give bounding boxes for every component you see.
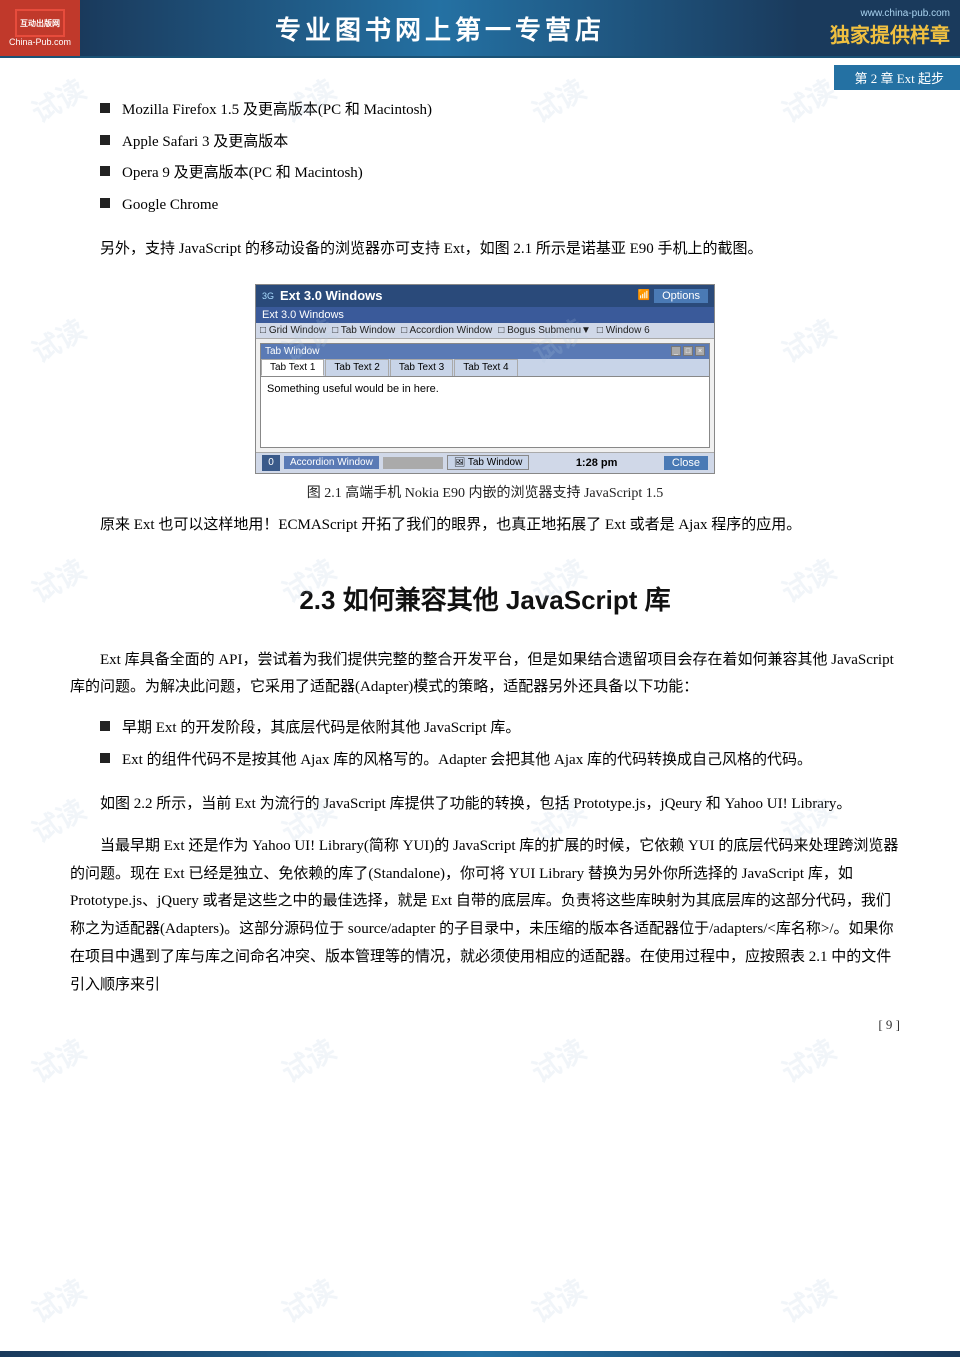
- paragraph-3: Ext 库具备全面的 API，尝试着为我们提供完整的整合开发平台，但是如果结合遗…: [70, 647, 900, 703]
- nokia-screenshot: 3G Ext 3.0 Windows 📶 Options Ext 3.0 Win…: [255, 284, 715, 474]
- paragraph-4: 如图 2.2 所示，当前 Ext 为流行的 JavaScript 库提供了功能的…: [70, 791, 900, 819]
- header-right: www.china-pub.com 独家提供样章: [800, 0, 960, 56]
- nokia-topbar: 3G Ext 3.0 Windows 📶 Options: [256, 285, 714, 307]
- maximize-button[interactable]: □: [683, 346, 693, 356]
- header-sample: 独家提供样章: [830, 19, 950, 48]
- bullet-icon: [100, 103, 110, 113]
- nokia-window-titlebar: Tab Window _ □ ×: [261, 344, 709, 359]
- toolbar-item-accordion[interactable]: □ Accordion Window: [401, 325, 492, 336]
- tab-3[interactable]: Tab Text 3: [390, 359, 453, 376]
- progress-bar: [383, 457, 443, 469]
- tabwin-text: Tab Window: [468, 457, 522, 468]
- list-item-text: Mozilla Firefox 1.5 及更高版本(PC 和 Macintosh…: [122, 98, 432, 124]
- nokia-bottom-left: 0 Accordion Window 🖼 Tab Window: [262, 455, 529, 471]
- list-item-text: Ext 的组件代码不是按其他 Ajax 库的风格写的。Adapter 会把其他 …: [122, 748, 812, 774]
- toolbar-item-grid[interactable]: □ Grid Window: [260, 325, 326, 336]
- nokia-subtitle: Ext 3.0 Windows: [256, 307, 714, 323]
- nokia-bottom-bar: 0 Accordion Window 🖼 Tab Window 1:28 pm …: [256, 452, 714, 473]
- adapter-list: 早期 Ext 的开发阶段，其底层代码是依附其他 JavaScript 库。 Ex…: [70, 716, 900, 773]
- watermark-21: 试读: [24, 1269, 93, 1332]
- page-number: [ 9 ]: [878, 1017, 900, 1033]
- tabwin-label: 🖼 Tab Window: [447, 455, 530, 470]
- paragraph-2: 原来 Ext 也可以这样地用！ECMAScript 开拓了我们的眼界，也真正地拓…: [70, 512, 900, 540]
- toolbar-item-window6[interactable]: □ Window 6: [597, 325, 650, 336]
- tab-4[interactable]: Tab Text 4: [454, 359, 517, 376]
- minimize-button[interactable]: _: [671, 346, 681, 356]
- list-item: Ext 的组件代码不是按其他 Ajax 库的风格写的。Adapter 会把其他 …: [100, 748, 900, 774]
- list-item: Google Chrome: [100, 193, 900, 219]
- tab-2[interactable]: Tab Text 2: [325, 359, 388, 376]
- logo: 互动出版网 China-Pub.com: [0, 0, 80, 56]
- nokia-toolbar: □ Grid Window □ Tab Window □ Accordion W…: [256, 323, 714, 339]
- toolbar-item-tab[interactable]: □ Tab Window: [332, 325, 395, 336]
- list-item-text: Opera 9 及更高版本(PC 和 Macintosh): [122, 161, 363, 187]
- figure-2-1: 3G Ext 3.0 Windows 📶 Options Ext 3.0 Win…: [245, 284, 725, 502]
- options-button[interactable]: Options: [654, 289, 708, 303]
- header-center: 专业图书网上第一专营店: [80, 0, 800, 56]
- list-item-text: Apple Safari 3 及更高版本: [122, 130, 288, 156]
- main-content: Mozilla Firefox 1.5 及更高版本(PC 和 Macintosh…: [0, 58, 960, 1053]
- nokia-time: 1:28 pm: [576, 457, 618, 469]
- bullet-icon: [100, 721, 110, 731]
- nokia-window: Tab Window _ □ × Tab Text 1 Tab Text 2 T…: [260, 343, 710, 448]
- bullet-icon: [100, 753, 110, 763]
- accordion-label: Accordion Window: [284, 456, 379, 469]
- close-button[interactable]: Close: [664, 456, 708, 470]
- nokia-tabs: Tab Text 1 Tab Text 2 Tab Text 3 Tab Tex…: [261, 359, 709, 377]
- bullet-icon: [100, 135, 110, 145]
- watermark-24: 试读: [774, 1269, 843, 1332]
- watermark-23: 试读: [524, 1269, 593, 1332]
- browser-list: Mozilla Firefox 1.5 及更高版本(PC 和 Macintosh…: [70, 98, 900, 218]
- watermark-22: 试读: [274, 1269, 343, 1332]
- section-heading-2-3: 2.3 如何兼容其他 JavaScript 库: [70, 580, 900, 617]
- list-item: 早期 Ext 的开发阶段，其底层代码是依附其他 JavaScript 库。: [100, 716, 900, 742]
- bullet-icon: [100, 166, 110, 176]
- bullet-icon: [100, 198, 110, 208]
- list-item: Mozilla Firefox 1.5 及更高版本(PC 和 Macintosh…: [100, 98, 900, 124]
- window-title: Tab Window: [265, 346, 319, 357]
- list-item-text: 早期 Ext 的开发阶段，其底层代码是依附其他 JavaScript 库。: [122, 716, 520, 742]
- page-header: 互动出版网 China-Pub.com 专业图书网上第一专营店 www.chin…: [0, 0, 960, 58]
- battery-icon: 📶: [638, 290, 650, 301]
- paragraph-5: 当最早期 Ext 还是作为 Yahoo UI! Library(简称 YUI)的…: [70, 833, 900, 1000]
- window-controls: _ □ ×: [671, 346, 705, 356]
- nokia-num: 0: [262, 455, 280, 471]
- tab-1[interactable]: Tab Text 1: [261, 359, 324, 376]
- close-window-button[interactable]: ×: [695, 346, 705, 356]
- nokia-content-area: Something useful would be in here.: [261, 377, 709, 447]
- header-url: www.china-pub.com: [861, 8, 950, 19]
- bottom-decorative-line: [0, 1351, 960, 1357]
- list-item: Apple Safari 3 及更高版本: [100, 130, 900, 156]
- nokia-app-title: Ext 3.0 Windows: [280, 288, 382, 303]
- nokia-topbar-left: 3G Ext 3.0 Windows: [262, 288, 382, 303]
- toolbar-item-bogus[interactable]: □ Bogus Submenu▼: [498, 325, 591, 336]
- signal-icon: 3G: [262, 291, 274, 301]
- header-title: 专业图书网上第一专营店: [275, 10, 605, 47]
- figure-caption: 图 2.1 高端手机 Nokia E90 内嵌的浏览器支持 JavaScript…: [307, 482, 664, 502]
- list-item-text: Google Chrome: [122, 193, 218, 219]
- list-item: Opera 9 及更高版本(PC 和 Macintosh): [100, 161, 900, 187]
- content-text: Something useful would be in here.: [267, 383, 439, 395]
- logo-site: China-Pub.com: [9, 37, 71, 47]
- paragraph-1: 另外，支持 JavaScript 的移动设备的浏览器亦可支持 Ext，如图 2.…: [70, 236, 900, 264]
